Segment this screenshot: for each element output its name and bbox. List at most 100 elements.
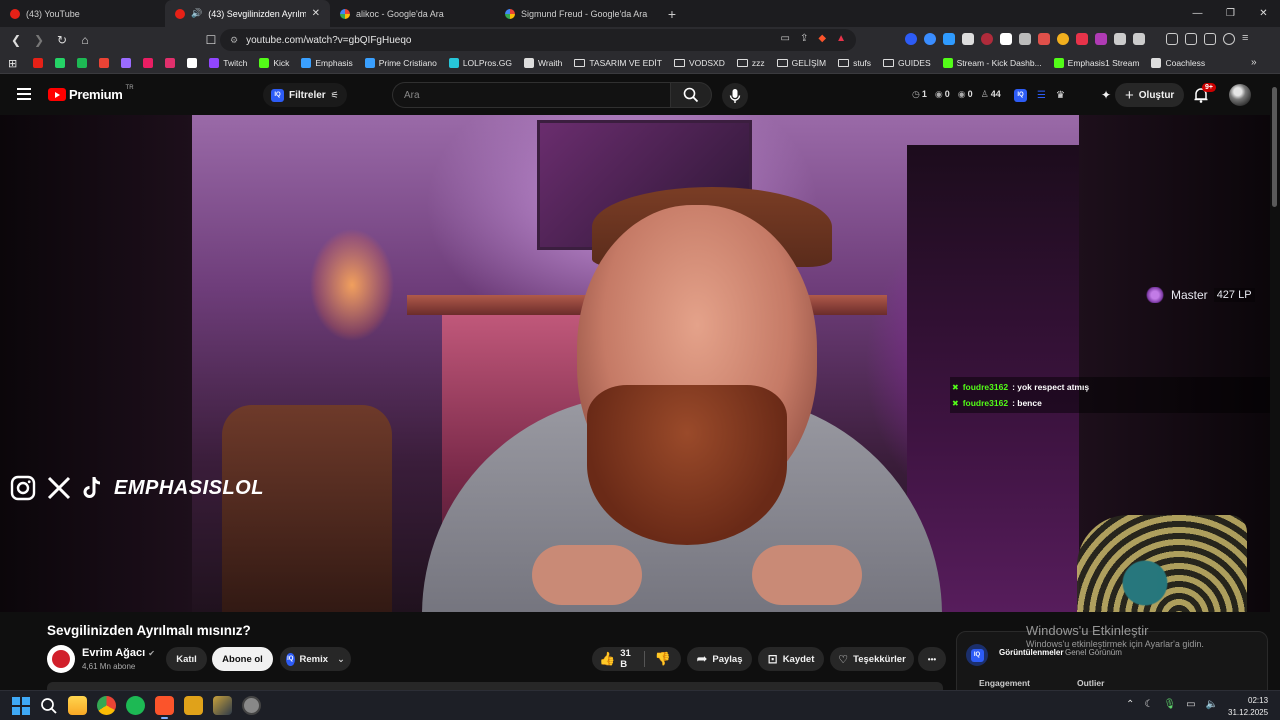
extension-icon[interactable] — [924, 33, 936, 45]
extension-icon[interactable] — [1038, 33, 1050, 45]
file-explorer-icon[interactable] — [68, 696, 87, 715]
description-box[interactable] — [47, 682, 943, 690]
puzzle-icon[interactable] — [1114, 33, 1126, 45]
iq-extension-icon[interactable] — [905, 33, 917, 45]
iq-icon[interactable]: IQ — [1014, 88, 1027, 102]
thanks-button[interactable]: ♡ Teşekkürler — [830, 647, 914, 671]
bookmark-item[interactable]: Emphasis1 Stream — [1050, 58, 1144, 68]
extension-icon[interactable] — [1057, 33, 1069, 45]
search-button[interactable] — [670, 82, 712, 108]
forward-icon[interactable]: ❯ — [29, 30, 49, 50]
bookmark-item[interactable]: zzz — [733, 58, 769, 68]
video-frame[interactable] — [192, 115, 1079, 612]
extension-icon[interactable] — [1076, 33, 1088, 45]
save-button[interactable]: ⊡ Kaydet — [758, 647, 824, 671]
list-icon[interactable]: ☰ — [1037, 90, 1046, 101]
cast-icon[interactable]: ▭ — [781, 33, 790, 44]
bookmark-item[interactable]: Wraith — [520, 58, 566, 68]
share-button[interactable]: ➦ Paylaş — [687, 647, 752, 671]
split-view-icon[interactable] — [1185, 33, 1197, 45]
app-icon[interactable] — [242, 696, 261, 715]
chevron-up-icon[interactable]: ⌃ — [1126, 699, 1134, 710]
tab-google-freud[interactable]: Sigmund Freud - Google'da Ara — [495, 0, 660, 27]
speaker-icon[interactable]: 🔊 — [191, 8, 202, 19]
voice-search-button[interactable] — [722, 83, 748, 109]
music-icon[interactable] — [1166, 33, 1178, 45]
home-icon[interactable]: ⌂ — [75, 30, 95, 50]
bookmark-item[interactable] — [29, 58, 47, 68]
bookmark-item[interactable] — [95, 58, 113, 68]
apps-icon[interactable]: ⊞ — [8, 57, 17, 70]
menu-icon[interactable]: ≡ — [1242, 33, 1254, 45]
bookmark-item[interactable]: Twitch — [205, 58, 251, 68]
extension-icon[interactable] — [981, 33, 993, 45]
bookmark-item[interactable] — [139, 58, 157, 68]
bookmark-item[interactable] — [117, 58, 135, 68]
bookmark-item[interactable]: stufs — [834, 58, 875, 68]
subscribe-button[interactable]: Abone ol — [212, 647, 273, 671]
windows-start-icon[interactable] — [12, 696, 30, 715]
avatar[interactable] — [1229, 84, 1251, 106]
filters-button[interactable]: IQ Filtreler ⚟ — [263, 83, 347, 107]
reload-icon[interactable]: ↻ — [52, 30, 72, 50]
tab-google-alikoc[interactable]: alikoc - Google'da Ara — [330, 0, 495, 27]
bookmark-item[interactable] — [183, 58, 201, 68]
more-actions-button[interactable]: ••• — [918, 647, 946, 671]
remix-button[interactable]: IQ Remix ⌄ — [280, 647, 351, 671]
create-button[interactable]: + Oluştur — [1115, 83, 1185, 107]
share-icon[interactable]: ⇪ — [800, 33, 808, 44]
league-client-icon[interactable] — [213, 696, 232, 715]
brave-shield-icon[interactable]: ◆ — [818, 33, 826, 44]
channel-name[interactable]: Evrim Ağacı ✔ — [82, 647, 155, 659]
extension-icon[interactable] — [1095, 33, 1107, 45]
microphone-icon[interactable]: 🎙 — [1163, 699, 1176, 710]
window-close-icon[interactable]: ✕ — [1247, 0, 1280, 27]
camera-extension-icon[interactable] — [1019, 33, 1031, 45]
volume-icon[interactable]: 🔈 — [1206, 699, 1218, 710]
tab-youtube[interactable]: (43) YouTube — [0, 0, 165, 27]
close-icon[interactable]: ✕ — [312, 8, 320, 19]
taskbar-clock[interactable]: 02:13 31.12.2025 — [1228, 695, 1268, 719]
bookmark-item[interactable]: Stream - Kick Dashb... — [939, 58, 1046, 68]
address-bar[interactable]: ⚙ youtube.com/watch?v=gbQIFgHueqo ▭ ⇪ ◆ … — [220, 29, 856, 51]
site-info-icon[interactable]: ⚙ — [230, 35, 238, 46]
hamburger-menu-icon[interactable] — [17, 88, 31, 100]
bookmark-item[interactable]: Prime Cristiano — [361, 58, 441, 68]
sidebar-icon[interactable] — [1133, 33, 1145, 45]
leo-icon[interactable] — [1204, 33, 1216, 45]
video-player[interactable]: EMPHASISLOL Master 427 LP ✖ foudre3162 :… — [0, 115, 1270, 612]
bookmark-item[interactable]: GELİŞİM — [773, 58, 830, 68]
spotify-icon[interactable] — [126, 696, 145, 715]
tab-current-video[interactable]: 🔊 (43) Sevgilinizden Ayrılmalı m ✕ — [165, 0, 330, 27]
trophy-icon[interactable]: ♛ — [1056, 90, 1065, 101]
bookmark-item[interactable]: GUIDES — [879, 58, 935, 68]
c-extension-icon[interactable] — [1000, 33, 1012, 45]
bookmark-item[interactable] — [51, 58, 69, 68]
like-icon[interactable]: 👍 — [599, 651, 615, 667]
chrome-icon[interactable] — [97, 696, 116, 715]
channel-avatar[interactable] — [47, 645, 75, 673]
like-count[interactable]: 31 B — [620, 648, 634, 670]
bookmark-icon[interactable]: ☐ — [201, 30, 221, 50]
search-icon[interactable] — [40, 697, 58, 715]
iq-icon[interactable]: IQ — [966, 644, 988, 666]
brave-icon[interactable] — [155, 696, 174, 719]
bookmark-item[interactable] — [73, 58, 91, 68]
back-icon[interactable]: ❮ — [6, 30, 26, 50]
display-icon[interactable]: ▭ — [1186, 699, 1195, 710]
bookmarks-overflow-icon[interactable]: » — [1251, 57, 1257, 68]
shield-icon[interactable] — [1223, 33, 1235, 45]
bookmark-item[interactable] — [161, 58, 179, 68]
restore-icon[interactable]: ❐ — [1214, 0, 1247, 27]
bookmark-item[interactable]: Kick — [255, 58, 293, 68]
page-scrollbar[interactable] — [1270, 75, 1280, 690]
tray-app-icon[interactable]: ☾ — [1144, 699, 1153, 710]
brave-rewards-icon[interactable]: ▲ — [836, 33, 846, 44]
sparkle-icon[interactable]: ✦ — [1101, 88, 1111, 102]
bookmark-item[interactable]: Coachless — [1147, 58, 1209, 68]
bookmark-item[interactable]: VODSXD — [670, 58, 729, 68]
pen-extension-icon[interactable] — [962, 33, 974, 45]
minimize-icon[interactable]: — — [1181, 0, 1214, 27]
bookmark-item[interactable]: LOLPros.GG — [445, 58, 516, 68]
youtube-premium-logo[interactable]: Premium TR — [48, 85, 134, 102]
